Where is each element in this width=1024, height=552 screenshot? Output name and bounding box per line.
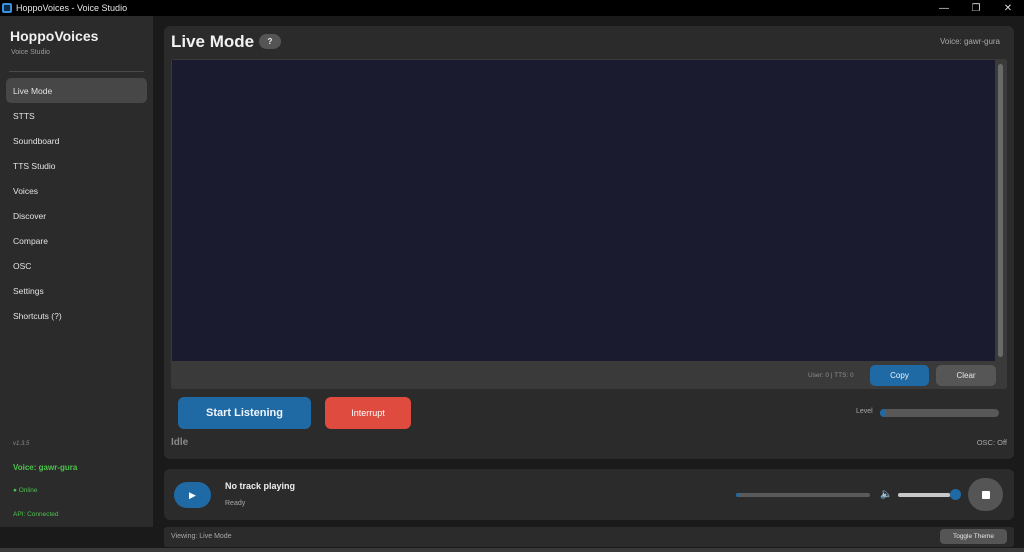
window-titlebar: HoppoVoices - Voice Studio — ❐ ✕ — [0, 0, 1024, 16]
track-title: No track playing — [225, 481, 296, 491]
voice-indicator: Voice: gawr-gura — [939, 37, 1000, 46]
volume-slider[interactable] — [898, 493, 955, 497]
sidebar-divider — [9, 71, 144, 72]
app-subtitle: Voice Studio — [11, 49, 50, 56]
seek-slider[interactable] — [736, 493, 870, 497]
app-brand: HoppoVoices — [10, 28, 99, 44]
transcript-scrollbar[interactable] — [998, 64, 1003, 357]
start-listening-button[interactable]: Start Listening — [178, 397, 311, 429]
transcript-container: User: 0 | TTS: 0 Copy Clear — [171, 59, 1007, 389]
maximize-icon[interactable]: ❐ — [960, 0, 992, 16]
clear-button[interactable]: Clear — [936, 365, 996, 386]
listening-status: Idle — [171, 437, 189, 448]
play-button[interactable]: ▶ — [174, 482, 211, 508]
level-meter-fill — [880, 409, 886, 417]
level-label: Level — [856, 408, 873, 415]
level-meter — [880, 409, 999, 417]
sidebar-item-settings[interactable]: Settings — [6, 278, 147, 303]
current-voice: Voice: gawr-gura — [13, 463, 78, 472]
transcript-area[interactable] — [172, 60, 995, 361]
sidebar-nav: Live Mode STTS Soundboard TTS Studio Voi… — [6, 78, 147, 328]
stop-icon — [981, 490, 990, 499]
app-version: v1.3.5 — [13, 441, 30, 447]
sidebar-item-soundboard[interactable]: Soundboard — [6, 128, 147, 153]
interrupt-button[interactable]: Interrupt — [325, 397, 411, 429]
sidebar-item-compare[interactable]: Compare — [6, 228, 147, 253]
volume-icon[interactable]: 🔈 — [880, 489, 892, 500]
sidebar-item-voices[interactable]: Voices — [6, 178, 147, 203]
sidebar-item-shortcuts[interactable]: Shortcuts (?) — [6, 303, 147, 328]
window-bottom-edge — [0, 548, 1024, 552]
help-button[interactable]: ? — [259, 34, 281, 49]
copy-button[interactable]: Copy — [870, 365, 929, 386]
api-status: API: Connected — [13, 511, 59, 518]
play-icon: ▶ — [189, 489, 196, 500]
page-title: Live Mode — [171, 32, 255, 51]
status-bar: Viewing: Live Mode Toggle Theme — [164, 527, 1014, 547]
audio-player: ▶ No track playing Ready 🔈 — [164, 469, 1014, 520]
app-icon — [2, 3, 12, 13]
volume-slider-fill — [898, 493, 951, 497]
osc-status: OSC: Off — [976, 438, 1007, 447]
stop-button[interactable] — [968, 478, 1003, 511]
toggle-theme-button[interactable]: Toggle Theme — [940, 529, 1007, 544]
sidebar-item-tts-studio[interactable]: TTS Studio — [6, 153, 147, 178]
sidebar-item-osc[interactable]: OSC — [6, 253, 147, 278]
viewing-indicator: Viewing: Live Mode — [171, 533, 232, 540]
message-counts: User: 0 | TTS: 0 — [808, 372, 854, 379]
track-status: Ready — [225, 500, 246, 507]
sidebar-item-live-mode[interactable]: Live Mode — [6, 78, 147, 103]
sidebar-item-stts[interactable]: STTS — [6, 103, 147, 128]
online-status: ● Online — [13, 487, 38, 494]
window-controls: — ❐ ✕ — [928, 0, 1024, 16]
minimize-icon[interactable]: — — [928, 0, 960, 16]
close-icon[interactable]: ✕ — [992, 0, 1024, 16]
sidebar-item-discover[interactable]: Discover — [6, 203, 147, 228]
window-title: HoppoVoices - Voice Studio — [16, 3, 128, 13]
sidebar: HoppoVoices Voice Studio Live Mode STTS … — [0, 16, 153, 527]
volume-slider-handle[interactable] — [950, 489, 961, 500]
seek-slider-fill — [736, 493, 739, 497]
live-mode-panel: Live Mode ? Voice: gawr-gura User: 0 | T… — [164, 26, 1014, 459]
